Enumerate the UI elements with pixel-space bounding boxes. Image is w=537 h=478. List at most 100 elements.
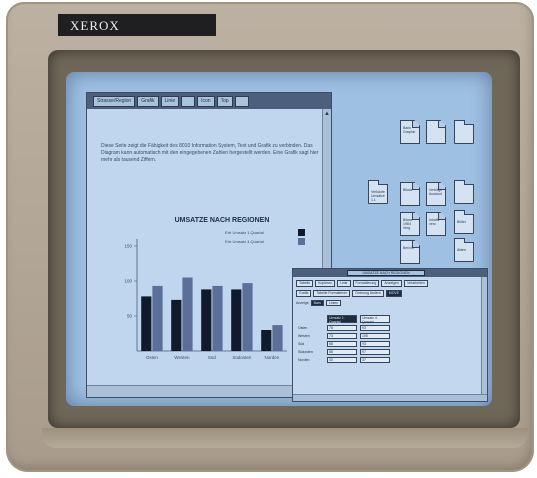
bar-südosten-series-1 [231, 289, 242, 351]
folder-icon[interactable]: Verkäufe Umsätze 1.1 [368, 180, 388, 204]
document-icon[interactable]: Verträge Ausland [426, 182, 446, 206]
row-label: Westen [298, 334, 310, 338]
table-window[interactable]: UMSATZE NACH REGIONEN Tabelle Kopieren L… [292, 268, 488, 402]
command-button[interactable]: Strasse/Region [93, 95, 136, 107]
document-command-bar: Strasse/Region Grafik Linie Icon Top [87, 93, 331, 109]
x-tick-label: Osten [146, 355, 159, 360]
legend-swatch [298, 229, 305, 236]
table-tool-button[interactable]: Kopieren [315, 280, 336, 287]
table-cell[interactable]: 88 [327, 341, 357, 347]
document-icon[interactable]: Bilanz [400, 182, 420, 206]
bar-norden-series-1 [261, 330, 272, 351]
table-header-row: Umsatz 1. Quartal Umsatz 4. Quartal [298, 315, 478, 324]
icon-label: Akten [457, 248, 466, 252]
command-button[interactable]: Grafik [137, 95, 159, 107]
icon-label: Bilder [457, 220, 466, 224]
bar-chart: 150 100 50 Osten Westen Süd Südosten Norden [124, 239, 287, 360]
command-button[interactable] [181, 95, 196, 107]
mode-option-bars[interactable]: Bars [310, 300, 324, 306]
table-tool-button[interactable]: Verarbeiten [403, 280, 428, 287]
table-row: Osten 78 93 [298, 325, 478, 331]
table-tool-button[interactable]: Tabelle Formatieren [313, 290, 351, 297]
folder-icon[interactable]: Bilder [454, 210, 474, 234]
table-tool-button[interactable]: Linie [337, 280, 351, 287]
bar-westen-series-1 [171, 299, 182, 351]
document-icon[interactable] [426, 120, 446, 144]
bezel-lip [42, 428, 528, 448]
folder-icon[interactable] [454, 120, 474, 144]
y-tick-label: 100 [124, 279, 132, 284]
folder-icon[interactable] [454, 180, 474, 204]
document-icon[interactable]: Bank Graphic [400, 120, 420, 144]
table-cell[interactable]: 73 [327, 333, 357, 339]
table-toolbar: Tabelle Kopieren Linie Formatierung Anze… [296, 280, 482, 287]
table-tool-button[interactable]: Grafik [296, 290, 312, 297]
table-cell[interactable]: 78 [327, 325, 357, 331]
icon-label: Verträge Ausland [429, 188, 443, 196]
document-icon[interactable]: Inhalts verz. [426, 212, 446, 236]
x-tick-label: Westen [174, 355, 190, 360]
brand-plate: XEROX [58, 14, 216, 36]
command-button[interactable] [234, 95, 249, 107]
table-corner [298, 315, 324, 323]
move-button[interactable]: MOVE [385, 290, 403, 297]
table-toolbar-secondary: Grafik Tabelle Formatieren Ordnung änder… [296, 290, 482, 297]
bar-osten-series-2 [152, 285, 163, 351]
document-icon[interactable]: Bericht [400, 240, 420, 264]
icon-label: Bilanz 1984 Verg. [403, 218, 413, 230]
scroll-arrow-icon[interactable]: ▲ [324, 111, 330, 117]
document-body-text: Diese Seite zeigt die Fähigkeit des 8010… [101, 143, 319, 163]
column-header[interactable]: Umsatz 1. Quartal [327, 315, 357, 324]
table-tool-button[interactable]: Tabelle [296, 280, 314, 287]
row-label: Norden [298, 358, 310, 362]
row-label: Südosten [298, 350, 313, 354]
legend-swatch [298, 238, 305, 245]
table-row: Süd 88 93 [298, 341, 478, 347]
icon-label: Verkäufe Umsätze 1.1 [371, 190, 385, 202]
table-cell[interactable]: 105 [360, 333, 390, 339]
bar-süd-series-1 [201, 289, 212, 351]
command-button[interactable]: Linie [160, 95, 180, 107]
table-cell[interactable]: 93 [360, 341, 390, 347]
table-window-title: UMSATZE NACH REGIONEN [347, 270, 425, 276]
table-cell[interactable]: 88 [327, 349, 357, 355]
table-cell[interactable]: 30 [327, 357, 357, 363]
chart-title: UMSATZE NACH REGIONEN [174, 217, 270, 224]
command-button[interactable]: Icon [197, 95, 215, 107]
table-cell[interactable]: 97 [360, 349, 390, 355]
display-mode-label: Anzeige [296, 301, 309, 305]
crt-screen: Strasse/Region Grafik Linie Icon Top ▲ D… [66, 72, 492, 406]
bar-süd-series-2 [212, 285, 223, 351]
bar-osten-series-1 [141, 296, 152, 351]
table-cell[interactable]: 93 [360, 325, 390, 331]
row-label: Osten [298, 326, 308, 330]
bar-südosten-series-2 [242, 283, 253, 351]
bar-norden-series-2 [272, 325, 283, 351]
x-tick-label: Süd [208, 355, 217, 360]
table-tool-button[interactable]: Formatierung [352, 280, 380, 287]
table-row: Norden 30 37 [298, 357, 478, 363]
data-table: Umsatz 1. Quartal Umsatz 4. Quartal Oste… [298, 315, 478, 365]
table-cell[interactable]: 37 [360, 357, 390, 363]
table-status-bar [293, 394, 487, 401]
folder-icon[interactable]: Akten [454, 238, 474, 262]
icon-label: Bilanz [403, 188, 413, 192]
icon-label: Inhalts verz. [429, 218, 440, 226]
bar-westen-series-2 [182, 277, 193, 351]
mode-option-lines[interactable]: Linien [325, 300, 342, 306]
row-label: Süd [298, 342, 305, 346]
display-mode: Anzeige Bars Linien [296, 300, 342, 306]
command-button[interactable]: Top [216, 95, 233, 107]
y-tick-label: 150 [124, 244, 132, 249]
y-tick-label: 50 [127, 314, 133, 319]
table-tool-button[interactable]: Anzeigen [381, 280, 402, 287]
table-body: Osten 78 93 Westen 73 105 Süd 88 93 Südosten 88 97 N… [298, 325, 478, 363]
document-icon[interactable]: Bilanz 1984 Verg. [400, 212, 420, 236]
table-row: Südosten 88 97 [298, 349, 478, 355]
table-tool-button[interactable]: Ordnung ändern [352, 290, 384, 297]
column-header[interactable]: Umsatz 4. Quartal [360, 315, 390, 324]
brand-logo: XEROX [70, 18, 120, 33]
icon-label: Bericht [403, 246, 414, 250]
table-window-titlebar[interactable]: UMSATZE NACH REGIONEN [293, 269, 487, 277]
table-row: Westen 73 105 [298, 333, 478, 339]
